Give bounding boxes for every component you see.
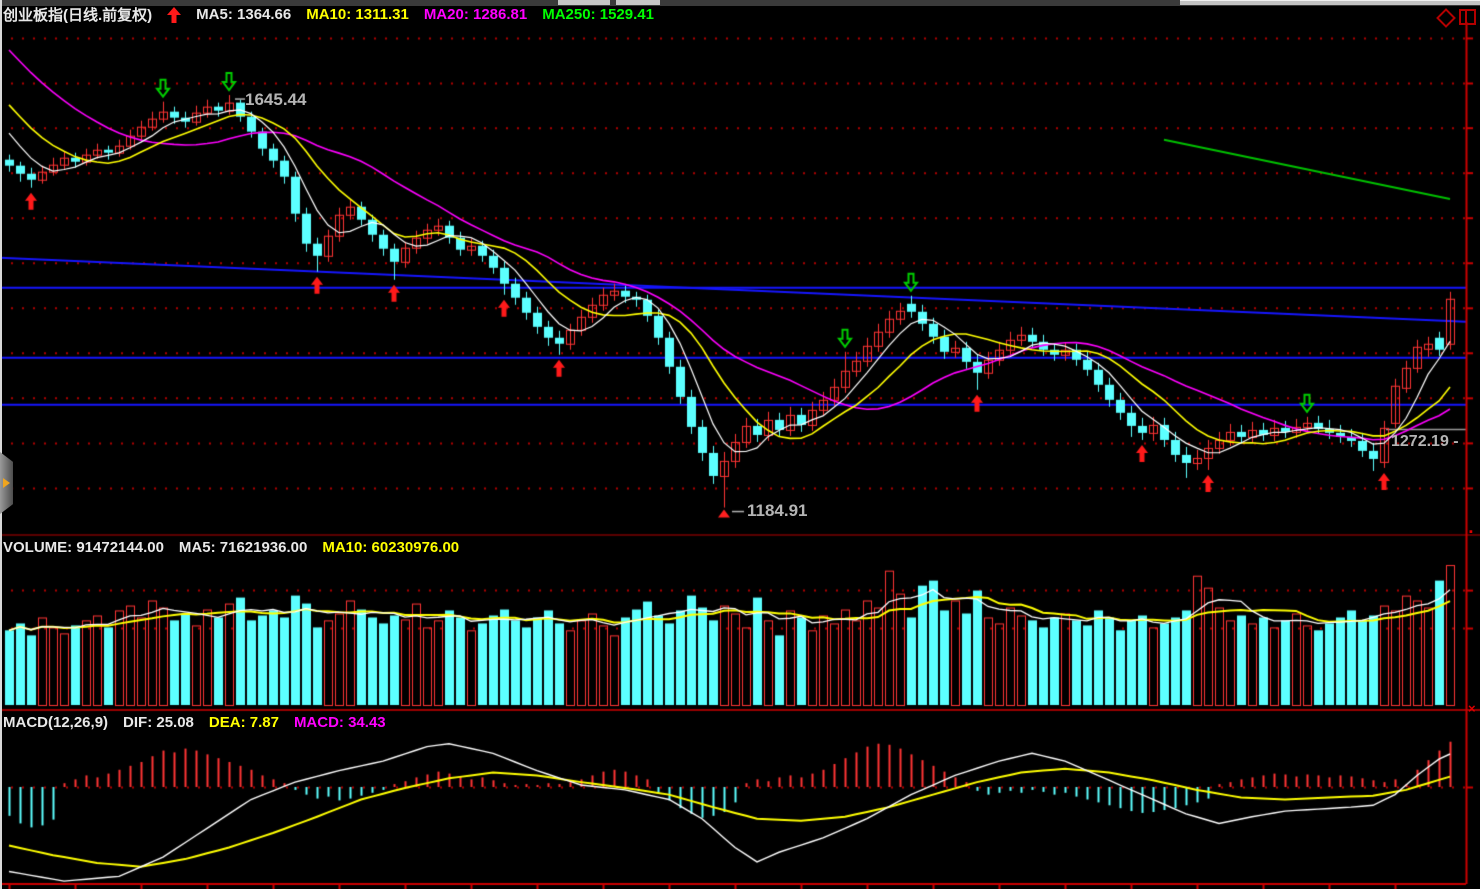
top-edge-segment — [1180, 0, 1480, 5]
volume-pane-header: VOLUME: 91472144.00 MA5: 71621936.00 MA1… — [3, 539, 459, 556]
volume-ma5-value: MA5: 71621936.00 — [179, 539, 307, 556]
window-left-edge — [0, 0, 2, 889]
price-pane-header: 创业板指(日线.前复权) MA5: 1364.66 MA10: 1311.31 … — [3, 4, 654, 25]
ma20-value: MA20: 1286.81 — [424, 6, 527, 23]
volume-ma10-value: MA10: 60230976.00 — [322, 539, 459, 556]
dea-value: DEA: 7.87 — [209, 714, 279, 731]
window-split-divider — [1465, 11, 1467, 23]
window-split-icon[interactable] — [1459, 9, 1476, 25]
symbol-title: 创业板指(日线.前复权) — [3, 4, 152, 25]
up-arrow-icon — [167, 7, 181, 23]
sidebar-expand-tab[interactable] — [0, 452, 13, 514]
pane-close-icon[interactable]: × — [1468, 701, 1476, 716]
current-price-label: 1272.19 - — [1391, 433, 1459, 451]
dif-value: DIF: 25.08 — [123, 714, 194, 731]
low-price-label: 1184.91 — [747, 501, 808, 521]
volume-value: VOLUME: 91472144.00 — [3, 539, 164, 556]
macd-indicator-name: MACD(12,26,9) — [3, 714, 108, 731]
high-price-label: 1645.44 — [245, 90, 306, 110]
chart-window: 创业板指(日线.前复权) MA5: 1364.66 MA10: 1311.31 … — [0, 0, 1480, 889]
expand-arrow-icon — [3, 478, 10, 488]
macd-pane-header: MACD(12,26,9) DIF: 25.08 DEA: 7.87 MACD:… — [3, 714, 386, 731]
ma5-value: MA5: 1364.66 — [196, 6, 291, 23]
ma250-value: MA250: 1529.41 — [542, 6, 654, 23]
kline-chart-canvas[interactable] — [0, 0, 1480, 889]
pane-divider-marker-icon[interactable]: ▪ — [1469, 526, 1473, 538]
macd-value: MACD: 34.43 — [294, 714, 386, 731]
ma10-value: MA10: 1311.31 — [306, 6, 409, 23]
